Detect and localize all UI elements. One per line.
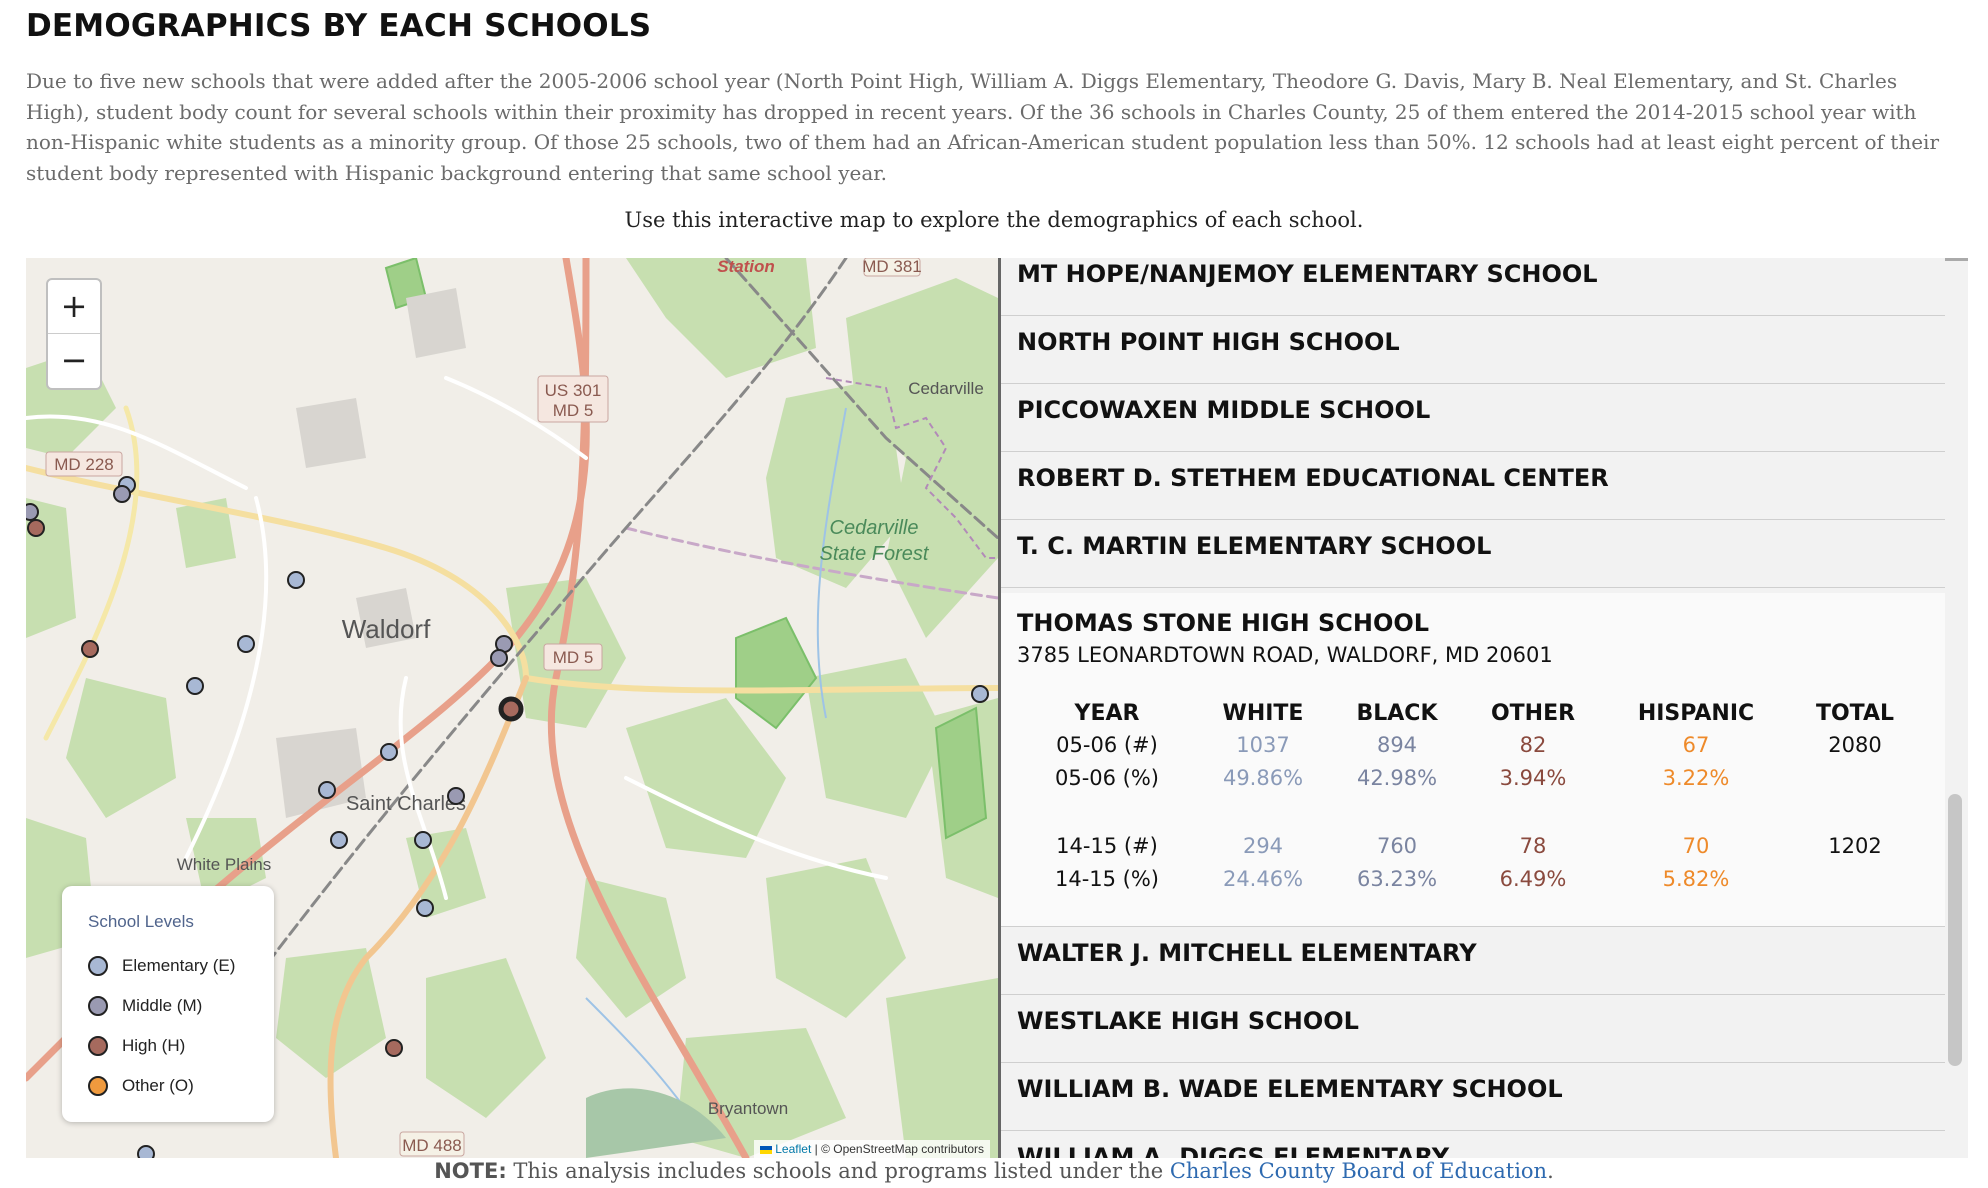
- school-marker[interactable]: [447, 787, 465, 805]
- school-item[interactable]: T. C. MARTIN ELEMENTARY SCHOOL: [1001, 520, 1945, 588]
- cell-hispanic: 67: [1682, 733, 1710, 757]
- label-station: Station: [717, 258, 775, 276]
- school-list-panel[interactable]: MT HOPE/NANJEMOY ELEMENTARY SCHOOL NORTH…: [998, 258, 1968, 1158]
- school-marker[interactable]: [380, 743, 398, 761]
- board-of-education-link[interactable]: Charles County Board of Education: [1170, 1159, 1547, 1183]
- cell-hispanic: 70: [1682, 834, 1710, 858]
- legend-dot-elementary: [88, 956, 108, 976]
- legend-label: Other (O): [122, 1076, 194, 1095]
- legend-title: School Levels: [88, 912, 194, 931]
- selected-school-name: THOMAS STONE HIGH SCHOOL: [1017, 609, 1430, 637]
- school-item[interactable]: NORTH POINT HIGH SCHOOL: [1001, 316, 1945, 384]
- label-bryantown: Bryantown: [708, 1099, 788, 1118]
- ukraine-flag-icon: [760, 1145, 773, 1154]
- school-marker[interactable]: [385, 1039, 403, 1057]
- school-marker[interactable]: [330, 831, 348, 849]
- legend-label: Elementary (E): [122, 956, 236, 975]
- selected-school-marker[interactable]: [498, 696, 524, 722]
- label-forest-1: Cedarville: [830, 517, 919, 539]
- osm-attribution: | © OpenStreetMap contributors: [814, 1142, 984, 1156]
- legend-item-elementary: Elementary (E): [88, 946, 274, 986]
- label-waldorf: Waldorf: [342, 614, 431, 644]
- cell-total: 2080: [1828, 733, 1882, 757]
- school-item[interactable]: WILLIAM B. WADE ELEMENTARY SCHOOL: [1001, 1063, 1945, 1131]
- cell-other: 6.49%: [1499, 867, 1567, 891]
- cell-other: 3.94%: [1499, 766, 1567, 790]
- school-marker[interactable]: [237, 635, 255, 653]
- school-item[interactable]: PICCOWAXEN MIDDLE SCHOOL: [1001, 384, 1945, 452]
- label-md5: MD 5: [553, 648, 594, 667]
- label-white-plains: White Plains: [177, 855, 271, 874]
- school-marker[interactable]: [416, 899, 434, 917]
- school-marker[interactable]: [971, 685, 989, 703]
- page-title: DEMOGRAPHICS BY EACH SCHOOLS: [26, 8, 652, 44]
- cell-year: 14-15 (%): [1054, 867, 1160, 891]
- zoom-control: + −: [46, 278, 102, 390]
- zoom-out-button[interactable]: −: [48, 334, 100, 388]
- table-row: 14-15 (%) 24.46% 63.23% 6.49% 5.82%: [1001, 867, 1945, 897]
- label-cedarville: Cedarville: [908, 379, 984, 398]
- selected-school-address: 3785 LEONARDTOWN ROAD, WALDORF, MD 20601: [1017, 643, 1553, 667]
- map-legend: School Levels Elementary (E) Middle (M) …: [62, 886, 274, 1122]
- legend-item-other: Other (O): [88, 1066, 274, 1106]
- cell-total: 1202: [1828, 834, 1882, 858]
- label-md381: MD 381: [862, 258, 922, 276]
- table-row: 14-15 (#) 294 760 78 70 1202: [1001, 834, 1945, 864]
- selected-school-details[interactable]: THOMAS STONE HIGH SCHOOL 3785 LEONARDTOW…: [1001, 593, 1945, 927]
- school-marker[interactable]: [490, 649, 508, 667]
- cell-year: 05-06 (#): [1056, 733, 1158, 757]
- school-item[interactable]: ROBERT D. STETHEM EDUCATIONAL CENTER: [1001, 452, 1945, 520]
- label-md488: MD 488: [402, 1136, 462, 1155]
- intro-paragraph: Due to five new schools that were added …: [26, 69, 1939, 185]
- school-marker[interactable]: [27, 519, 45, 537]
- map-attribution: Leaflet | © OpenStreetMap contributors: [754, 1140, 990, 1158]
- label-md5-top: MD 5: [553, 401, 594, 420]
- school-item[interactable]: WESTLAKE HIGH SCHOOL: [1001, 995, 1945, 1063]
- school-marker[interactable]: [26, 503, 39, 521]
- cell-year: 05-06 (%): [1054, 766, 1160, 790]
- school-marker[interactable]: [414, 831, 432, 849]
- legend-dot-middle: [88, 996, 108, 1016]
- cell-year: 14-15 (#): [1056, 834, 1158, 858]
- table-row: 05-06 (%) 49.86% 42.98% 3.94% 3.22%: [1001, 766, 1945, 796]
- table-header: YEAR WHITE BLACK OTHER HISPANIC TOTAL: [1001, 701, 1945, 731]
- school-marker[interactable]: [287, 571, 305, 589]
- school-item[interactable]: WILLIAM A. DIGGS ELEMENTARY: [1001, 1131, 1945, 1158]
- header-year: YEAR: [1074, 701, 1140, 726]
- cell-hispanic: 5.82%: [1662, 867, 1730, 891]
- header-total: TOTAL: [1815, 701, 1895, 726]
- school-marker[interactable]: [137, 1145, 155, 1158]
- cell-other: 78: [1519, 834, 1547, 858]
- label-us301: US 301: [545, 381, 602, 400]
- cell-hispanic: 3.22%: [1662, 766, 1730, 790]
- school-marker[interactable]: [113, 485, 131, 503]
- note-text: This analysis includes schools and progr…: [506, 1159, 1170, 1183]
- school-item[interactable]: WALTER J. MITCHELL ELEMENTARY: [1001, 927, 1945, 995]
- header-other: OTHER: [1490, 701, 1576, 726]
- label-md228: MD 228: [54, 455, 114, 474]
- legend-dot-other: [88, 1076, 108, 1096]
- table-row: 05-06 (#) 1037 894 82 67 2080: [1001, 733, 1945, 763]
- label-forest-2: State Forest: [820, 543, 930, 565]
- note-suffix: .: [1547, 1159, 1554, 1183]
- school-item[interactable]: MT HOPE/NANJEMOY ELEMENTARY SCHOOL: [1001, 258, 1945, 316]
- map-caption: Use this interactive map to explore the …: [624, 208, 1364, 232]
- legend-item-middle: Middle (M): [88, 986, 274, 1026]
- school-marker[interactable]: [186, 677, 204, 695]
- legend-label: High (H): [122, 1036, 186, 1055]
- legend-dot-high: [88, 1036, 108, 1056]
- note-label: NOTE:: [434, 1159, 507, 1183]
- school-marker[interactable]: [318, 781, 336, 799]
- footer-note: NOTE: This analysis includes schools and…: [0, 1159, 1988, 1183]
- zoom-in-button[interactable]: +: [48, 280, 100, 334]
- school-map[interactable]: Station MD 381 Cedarville US 301 MD 5 MD…: [26, 258, 998, 1158]
- panel-scrollbar[interactable]: [1948, 794, 1962, 1066]
- legend-label: Middle (M): [122, 996, 203, 1015]
- leaflet-link[interactable]: Leaflet: [775, 1142, 811, 1156]
- cell-other: 82: [1519, 733, 1547, 757]
- school-marker[interactable]: [81, 640, 99, 658]
- legend-item-high: High (H): [88, 1026, 274, 1066]
- header-hispanic: HISPANIC: [1637, 701, 1755, 726]
